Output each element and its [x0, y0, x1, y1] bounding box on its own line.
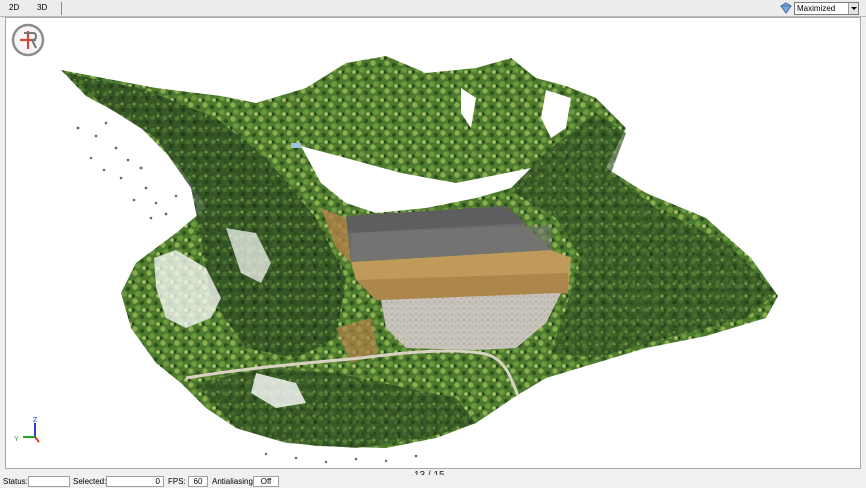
selected-label: Selected:	[73, 477, 107, 486]
status-label: Status:	[3, 477, 28, 486]
view-mode-icon[interactable]	[780, 2, 792, 14]
3d-viewport[interactable]: Z Y	[5, 17, 861, 469]
selected-value: 0	[106, 476, 164, 487]
view-mode-value: Maximized	[797, 4, 836, 13]
status-value	[28, 476, 70, 487]
logo-icon	[11, 23, 45, 57]
status-bar: Status: Selected: 0 FPS: 60 Antialiasing…	[0, 475, 866, 488]
point-cloud	[61, 56, 778, 464]
tab-2d[interactable]: 2D	[5, 0, 23, 16]
tab-divider	[61, 2, 62, 15]
fps-label: FPS:	[168, 477, 186, 486]
axis-label-y: Y	[14, 436, 19, 443]
axis-gizmo: Z Y	[9, 415, 45, 445]
fps-value: 60	[188, 476, 208, 487]
antialiasing-label: Antialiasing:	[212, 477, 256, 486]
view-mode-select[interactable]: Maximized	[794, 2, 859, 15]
chevron-down-icon[interactable]	[848, 3, 858, 14]
axis-gizmo-icon: Z Y	[14, 417, 40, 443]
antialiasing-value: Off	[253, 476, 279, 487]
point-cloud-terrain	[61, 56, 778, 464]
tab-3d[interactable]: 3D	[33, 0, 51, 16]
toolbar: 2D 3D Maximized	[0, 0, 866, 17]
axis-label-z: Z	[33, 417, 38, 424]
